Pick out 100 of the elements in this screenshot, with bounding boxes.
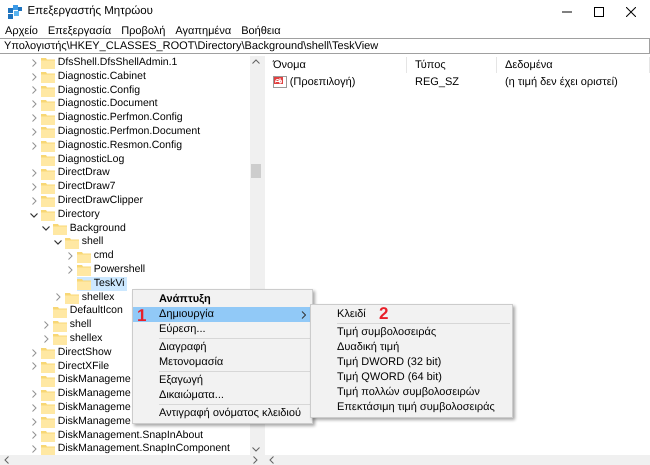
- folder-icon: [40, 208, 55, 222]
- menu-item[interactable]: Εύρεση...: [133, 322, 312, 337]
- tree-item[interactable]: DiskManagement.SnapInAbout: [40, 428, 206, 442]
- folder-icon: [40, 194, 55, 208]
- chevron-right-icon[interactable]: [42, 321, 50, 330]
- menu-item[interactable]: Βοήθεια: [241, 22, 281, 40]
- column-header[interactable]: Δεδομένα: [497, 56, 650, 74]
- tree-item[interactable]: DfsShell.DfsShellAdmin.1: [40, 56, 180, 70]
- tree-item[interactable]: shell: [64, 235, 106, 250]
- tree-item[interactable]: DiagnosticLog: [40, 152, 126, 166]
- horizontal-scrollbar[interactable]: [265, 455, 650, 465]
- close-icon[interactable]: [626, 7, 636, 17]
- folder-icon: [52, 318, 67, 332]
- chevron-down-icon[interactable]: [54, 238, 62, 246]
- scroll-down-icon[interactable]: [252, 447, 260, 452]
- folder-icon: [40, 388, 55, 401]
- menu-item[interactable]: Δυαδική τιμή: [311, 340, 512, 355]
- folder-icon: [40, 166, 55, 180]
- chevron-right-icon[interactable]: [54, 293, 62, 302]
- tree-item[interactable]: shellex: [52, 332, 104, 346]
- tree-item[interactable]: Diagnostic.Cabinet: [40, 70, 148, 84]
- menu-item[interactable]: 1 Δημιουργία: [133, 307, 312, 322]
- menu-item[interactable]: Επεξεργασία: [48, 22, 112, 40]
- menu-item[interactable]: Ανάπτυξη: [133, 292, 312, 307]
- tree-item[interactable]: DiskManageme: [40, 373, 133, 388]
- menu-item[interactable]: Τιμή συμβολοσειράς: [311, 325, 512, 340]
- menu-item[interactable]: Εξαγωγή: [133, 373, 312, 388]
- chevron-right-icon[interactable]: [30, 100, 38, 108]
- window-title: Επεξεργαστής Μητρώου: [28, 4, 153, 20]
- folder-icon: [64, 236, 79, 249]
- tree-item[interactable]: TeskVi: [76, 276, 126, 291]
- chevron-right-icon[interactable]: [30, 169, 38, 178]
- chevron-right-icon[interactable]: [66, 266, 74, 274]
- tree-item[interactable]: shell: [52, 318, 94, 332]
- chevron-right-icon[interactable]: [30, 58, 38, 67]
- tree-item[interactable]: DirectDraw7: [40, 180, 118, 194]
- tree-item[interactable]: Diagnostic.Config: [40, 84, 142, 98]
- tree-item[interactable]: DirectDraw: [40, 166, 112, 180]
- menu-item[interactable]: Τιμή πολλών συμβολοσειρών: [311, 385, 512, 400]
- tree-item[interactable]: DiskManageme: [40, 387, 133, 401]
- tree-item[interactable]: DiskManagement.SnapInComponent: [40, 442, 232, 455]
- tree-item[interactable]: DefaultIcon: [52, 304, 125, 318]
- menu-item[interactable]: Δικαιώματα...: [133, 388, 312, 403]
- chevron-right-icon[interactable]: [30, 348, 38, 357]
- menu-item[interactable]: Κλειδί 2: [311, 307, 512, 322]
- maximize-icon[interactable]: [594, 7, 604, 17]
- menu-item[interactable]: Τιμή QWORD (64 bit): [311, 370, 512, 385]
- menu-item[interactable]: Διαγραφή: [133, 340, 312, 355]
- folder-icon: [40, 152, 55, 166]
- tree-item[interactable]: Diagnostic.Perfmon.Document: [40, 124, 202, 139]
- menu-item[interactable]: Προβολή: [121, 22, 166, 40]
- tree-item[interactable]: Diagnostic.Resmon.Config: [40, 138, 184, 153]
- chevron-down-icon[interactable]: [42, 224, 50, 232]
- chevron-right-icon[interactable]: [30, 431, 38, 440]
- tree-item[interactable]: Directory: [40, 208, 102, 222]
- folder-icon: [40, 428, 55, 442]
- column-header[interactable]: Όνομα: [265, 56, 407, 74]
- chevron-right-icon[interactable]: [42, 334, 50, 343]
- chevron-right-icon[interactable]: [30, 362, 38, 370]
- scroll-up-icon[interactable]: [252, 58, 260, 64]
- chevron-right-icon[interactable]: [30, 196, 38, 205]
- chevron-right-icon[interactable]: [30, 183, 38, 192]
- tree-item[interactable]: Powershell: [76, 262, 148, 277]
- menu-item[interactable]: Τιμή DWORD (32 bit): [311, 355, 512, 370]
- chevron-right-icon[interactable]: [66, 252, 74, 260]
- menu-item[interactable]: Μετονομασία: [133, 355, 312, 370]
- chevron-right-icon[interactable]: [30, 128, 38, 136]
- table-cell[interactable]: (Προεπιλογή): [265, 74, 407, 90]
- chevron-right-icon[interactable]: [30, 390, 38, 398]
- chevron-right-icon[interactable]: [30, 418, 38, 426]
- chevron-right-icon[interactable]: [30, 142, 38, 150]
- scroll-thumb[interactable]: [251, 164, 261, 178]
- menu-item[interactable]: Αρχείο: [5, 22, 38, 40]
- chevron-right-icon[interactable]: [30, 86, 38, 94]
- menu-item[interactable]: Αγαπημένα: [175, 22, 232, 40]
- address-bar[interactable]: Υπολογιστής\HKEY_CLASSES_ROOT\Directory\Background\shell\TeskView: [0, 38, 650, 54]
- tree-item[interactable]: Diagnostic.Perfmon.Config: [40, 111, 185, 125]
- tree-item[interactable]: cmd: [76, 249, 116, 263]
- menu-item[interactable]: Αντιγραφή ονόματος κλειδιού: [133, 406, 312, 421]
- chevron-right-icon[interactable]: [30, 114, 38, 122]
- tree-item[interactable]: DirectDrawClipper: [40, 194, 145, 208]
- scroll-left-icon[interactable]: [4, 456, 9, 464]
- chevron-down-icon[interactable]: [30, 210, 38, 219]
- horizontal-scrollbar[interactable]: [0, 455, 262, 465]
- tree-item[interactable]: DirectXFile: [40, 360, 112, 374]
- menu-item[interactable]: Επεκτάσιμη τιμή συμβολοσειράς: [311, 400, 512, 415]
- folder-icon: [40, 112, 55, 125]
- column-header[interactable]: Τύπος: [407, 56, 497, 74]
- tree-item[interactable]: Background: [52, 222, 128, 236]
- chevron-right-icon[interactable]: [30, 404, 38, 412]
- chevron-right-icon[interactable]: [30, 445, 38, 454]
- tree-item[interactable]: DiskManageme: [40, 414, 133, 429]
- tree-item[interactable]: DirectShow: [40, 346, 114, 360]
- scroll-left-icon[interactable]: [269, 456, 274, 464]
- scroll-right-icon[interactable]: [253, 456, 258, 464]
- tree-item[interactable]: Diagnostic.Document: [40, 97, 160, 112]
- chevron-right-icon[interactable]: [30, 72, 38, 81]
- folder-icon: [40, 346, 55, 360]
- tree-item[interactable]: shellex: [64, 290, 116, 304]
- tree-item[interactable]: DiskManageme: [40, 400, 133, 415]
